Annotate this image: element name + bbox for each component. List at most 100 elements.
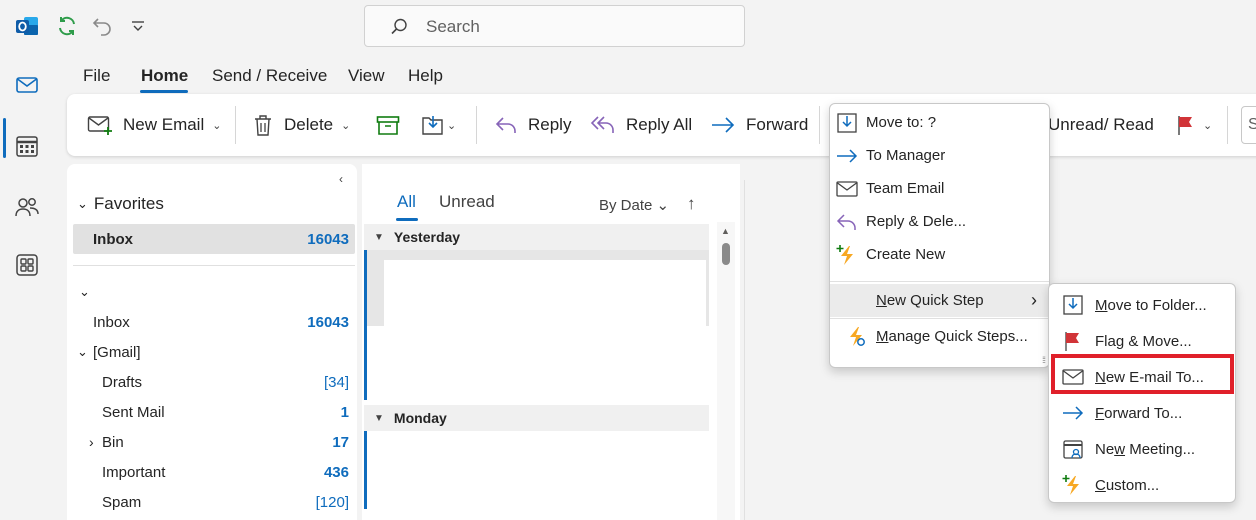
ribbon-divider <box>1227 106 1228 144</box>
manage-quick-steps-label: Manage Quick Steps... <box>876 328 1028 345</box>
resize-grip-icon[interactable]: ⁞⁞ <box>1042 355 1046 365</box>
menu-home[interactable]: Home <box>141 66 188 86</box>
tab-all[interactable]: All <box>397 192 416 212</box>
folder-gmail[interactable]: ⌄ [Gmail] <box>73 337 355 367</box>
favorites-header[interactable]: ⌄ Favorites <box>77 194 164 214</box>
folder-drafts[interactable]: Drafts [34] <box>73 367 355 397</box>
submenu-label: Move to Folder... <box>1095 296 1207 314</box>
folder-name: Spam <box>102 493 142 511</box>
collapse-pane-icon[interactable]: ‹ <box>339 172 343 186</box>
new-email-icon <box>87 116 112 135</box>
submenu-move-to-folder[interactable]: Move to Folder... <box>1049 287 1235 323</box>
chevron-right-icon: › <box>1031 290 1037 310</box>
quickstep-label: Move to: ? <box>866 114 937 131</box>
folder-inbox[interactable]: Inbox 16043 <box>73 307 355 337</box>
calendar-icon[interactable] <box>14 133 40 159</box>
sync-icon[interactable] <box>55 14 79 38</box>
quickstep-create-new[interactable]: Create New <box>830 238 1049 271</box>
people-icon[interactable] <box>14 194 40 220</box>
forward-label: Forward <box>746 115 809 134</box>
manage-quick-steps-icon <box>850 327 865 346</box>
chevron-down-icon[interactable]: ⌄ <box>79 284 90 300</box>
delete-button[interactable]: Delete ⌄ <box>252 94 350 156</box>
quickstep-move-to[interactable]: Move to: ? <box>830 106 1049 139</box>
quickstep-team-email[interactable]: Team Email <box>830 172 1049 205</box>
flag-button[interactable]: ⌄ <box>1175 94 1212 156</box>
tab-unread[interactable]: Unread <box>439 192 495 212</box>
folder-name: Inbox <box>93 313 130 331</box>
menu-help[interactable]: Help <box>408 66 443 86</box>
submenu-label: Forward To... <box>1095 404 1183 422</box>
message-item[interactable] <box>364 431 709 509</box>
mail-icon[interactable] <box>14 72 40 98</box>
chevron-down-icon[interactable]: ⌄ <box>341 119 350 132</box>
favorites-label: Favorites <box>93 194 164 213</box>
folder-sent-mail[interactable]: Sent Mail 1 <box>73 397 355 427</box>
quickstep-to-manager[interactable]: To Manager <box>830 139 1049 172</box>
submenu-new-meeting[interactable]: New Meeting... <box>1049 431 1235 467</box>
chevron-down-icon: ⌄ <box>77 196 88 211</box>
quickstep-reply-delete[interactable]: Reply & Dele... <box>830 205 1049 238</box>
folder-important[interactable]: Important 436 <box>73 457 355 487</box>
highlight-box <box>1051 354 1234 394</box>
folder-spam[interactable]: Spam [120] <box>73 487 355 517</box>
sort-direction-icon[interactable]: ↑ <box>687 194 696 214</box>
chevron-down-icon[interactable]: ⌄ <box>212 119 221 132</box>
new-email-button[interactable]: New Email ⌄ <box>87 94 221 156</box>
message-item-selected-bg <box>367 250 709 326</box>
sort-by-date[interactable]: By Date ⌄ <box>599 196 669 214</box>
submenu-label: New Meeting... <box>1095 440 1196 458</box>
chevron-down-icon[interactable]: ⌄ <box>1203 119 1212 132</box>
flag-icon <box>1065 332 1079 351</box>
scroll-up-icon[interactable]: ▲ <box>721 226 730 236</box>
chevron-down-icon[interactable]: ⌄ <box>447 119 456 132</box>
move-to-folder-icon <box>837 113 857 133</box>
folder-count: 16043 <box>307 230 349 248</box>
menu-send-receive[interactable]: Send / Receive <box>212 66 327 86</box>
ribbon-divider <box>819 106 820 144</box>
submenu-forward-to[interactable]: Forward To... <box>1049 395 1235 431</box>
move-to-folder-icon <box>1063 295 1083 315</box>
archive-button[interactable] <box>376 94 400 156</box>
message-item[interactable] <box>364 250 709 400</box>
divider <box>73 265 355 266</box>
folder-count: [34] <box>323 373 349 391</box>
apps-icon[interactable] <box>14 252 40 278</box>
scrollbar-thumb[interactable] <box>722 243 730 265</box>
group-header-yesterday[interactable]: ▼ Yesterday <box>364 224 709 250</box>
quickstep-label: Team Email <box>866 180 945 197</box>
folder-name: Sent Mail <box>102 403 165 421</box>
reply-button[interactable]: Reply <box>494 94 571 156</box>
favorites-inbox[interactable]: Inbox 16043 <box>73 224 355 254</box>
search-placeholder: Search <box>426 17 480 36</box>
active-tab-indicator <box>140 90 188 93</box>
manage-quick-steps-item[interactable]: Manage Quick Steps... <box>830 320 1049 353</box>
folder-bin[interactable]: › Bin 17 <box>73 427 355 457</box>
reply-all-button[interactable]: Reply All <box>590 94 692 156</box>
ribbon-search-field[interactable]: S <box>1241 106 1256 144</box>
move-folder-icon <box>422 116 443 135</box>
unread-read-button[interactable]: Unread/ Read <box>1048 94 1154 156</box>
ribbon-divider <box>476 106 477 144</box>
delete-label: Delete <box>284 115 334 134</box>
message-list-scrollbar[interactable]: ▲ <box>717 222 735 520</box>
collapse-group-icon: ▼ <box>374 412 384 424</box>
group-header-monday[interactable]: ▼ Monday <box>364 405 709 431</box>
submenu-custom[interactable]: Custom... <box>1049 467 1235 503</box>
forward-arrow-icon <box>712 117 735 133</box>
new-quick-step-item[interactable]: New Quick Step › <box>830 284 1049 317</box>
reading-pane-divider <box>744 180 745 520</box>
divider <box>830 281 1049 282</box>
search-box[interactable]: Search <box>364 5 745 47</box>
customize-toolbar-icon[interactable] <box>126 14 150 38</box>
submenu-label: Flag & Move... <box>1095 332 1192 350</box>
message-list: All Unread By Date ⌄ ↑ ▼ Yesterday ▼ Mon… <box>362 164 740 520</box>
move-button[interactable]: ⌄ <box>421 94 456 156</box>
undo-icon[interactable] <box>90 14 114 38</box>
menu-view[interactable]: View <box>348 66 385 86</box>
rail-active-indicator <box>3 118 6 158</box>
reply-all-label: Reply All <box>626 115 693 134</box>
menu-file[interactable]: File <box>83 66 110 86</box>
forward-button[interactable]: Forward <box>710 94 808 156</box>
reply-icon <box>495 117 516 133</box>
